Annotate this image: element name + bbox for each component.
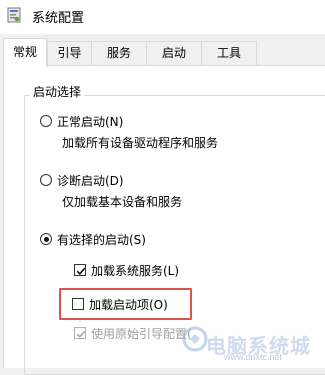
radio-button[interactable] — [40, 115, 52, 127]
tab-startup[interactable]: 启动 — [146, 41, 202, 65]
system-config-icon — [7, 7, 21, 23]
radio-selective-startup[interactable]: 有选择的启动(S) — [40, 230, 146, 248]
checkbox-use-original-boot-config[interactable]: 使用原始引导配置( — [74, 324, 192, 342]
radio-selective-label: 有选择的启动(S) — [57, 232, 146, 247]
watermark-logo-icon — [182, 326, 208, 352]
diagnostic-startup-description: 仅加载基本设备和服务 — [62, 195, 183, 209]
tab-boot[interactable]: 引导 — [47, 41, 92, 65]
title-bar: 系统配置 — [0, 0, 325, 34]
window-title: 系统配置 — [32, 11, 85, 26]
highlight-box — [59, 288, 192, 320]
watermark-url: www.dnxtc.net — [224, 352, 283, 362]
radio-normal-startup[interactable]: 正常启动(N) — [40, 112, 123, 130]
tab-strip: 常规 引导 服务 启动 工具 — [0, 34, 325, 67]
tab-general[interactable]: 常规 — [3, 38, 47, 67]
load-system-services-label: 加载系统服务(L) — [91, 263, 180, 278]
checkbox-load-system-services[interactable]: 加载系统服务(L) — [74, 261, 179, 279]
checkmark-icon — [76, 330, 86, 338]
radio-button-selected[interactable] — [40, 233, 52, 245]
tab-services[interactable]: 服务 — [91, 41, 147, 65]
normal-startup-description: 加载所有设备驱动程序和服务 — [62, 136, 219, 150]
use-original-boot-config-label: 使用原始引导配置( — [91, 326, 192, 341]
radio-diagnostic-startup[interactable]: 诊断启动(D) — [40, 171, 124, 189]
checkbox-checked-disabled[interactable] — [74, 327, 86, 339]
radio-normal-label: 正常启动(N) — [57, 114, 124, 129]
checkmark-icon — [76, 267, 86, 275]
checkbox-checked[interactable] — [74, 264, 86, 276]
watermark: 电脑系统城 www.dnxtc.net — [180, 318, 325, 368]
radio-diagnostic-label: 诊断启动(D) — [57, 173, 124, 188]
group-title: 启动选择 — [30, 83, 85, 100]
radio-button[interactable] — [40, 174, 52, 186]
tab-tools[interactable]: 工具 — [201, 41, 257, 65]
